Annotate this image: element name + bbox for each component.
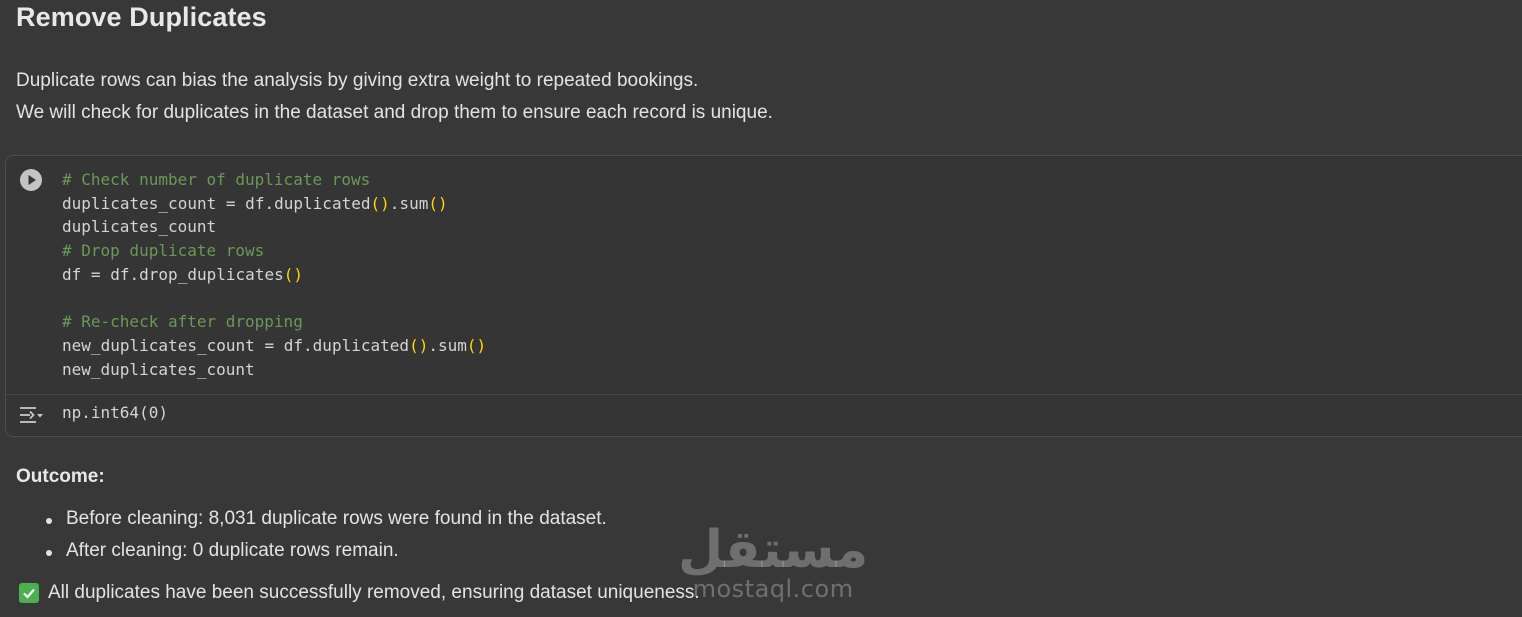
intro-paragraph-2: We will check for duplicates in the data…	[16, 102, 773, 123]
code-line: # Re-check after dropping	[62, 312, 303, 332]
code-line: new_duplicates_count = df.duplicated().s…	[62, 335, 487, 355]
conclusion-line: All duplicates have been successfully re…	[19, 582, 700, 604]
output-toggle-icon[interactable]	[18, 404, 44, 426]
play-circle-icon[interactable]	[19, 168, 43, 192]
watermark: مستقل mostaql.com	[678, 524, 868, 602]
code-line: # Drop duplicate rows	[62, 241, 265, 261]
notebook-page: Remove Duplicates Duplicate rows can bia…	[0, 0, 1522, 617]
outcome-label: Outcome:	[16, 466, 105, 487]
cell-output: np.int64(0)	[62, 403, 168, 422]
code-line: duplicates_count = df.duplicated().sum()	[62, 193, 448, 213]
code-line: new_duplicates_count	[62, 359, 255, 379]
conclusion-text: All duplicates have been successfully re…	[48, 582, 700, 603]
list-item-text: After cleaning: 0 duplicate rows remain.	[66, 540, 399, 561]
code-line: # Check number of duplicate rows	[62, 170, 371, 189]
watermark-latin: mostaql.com	[692, 575, 854, 603]
list-item: Before cleaning: 8,031 duplicate rows we…	[46, 508, 607, 530]
list-item: After cleaning: 0 duplicate rows remain.	[46, 540, 399, 562]
code-editor[interactable]: # Check number of duplicate rows duplicat…	[62, 168, 486, 381]
section-heading: Remove Duplicates	[16, 2, 267, 32]
output-divider	[6, 394, 1522, 395]
code-line: df = df.drop_duplicates()	[62, 264, 304, 284]
intro-paragraph-1: Duplicate rows can bias the analysis by …	[16, 70, 699, 91]
list-item-text: Before cleaning: 8,031 duplicate rows we…	[66, 508, 607, 529]
check-box-icon	[19, 583, 39, 603]
watermark-arabic: مستقل	[678, 520, 869, 580]
code-line: duplicates_count	[62, 217, 217, 237]
